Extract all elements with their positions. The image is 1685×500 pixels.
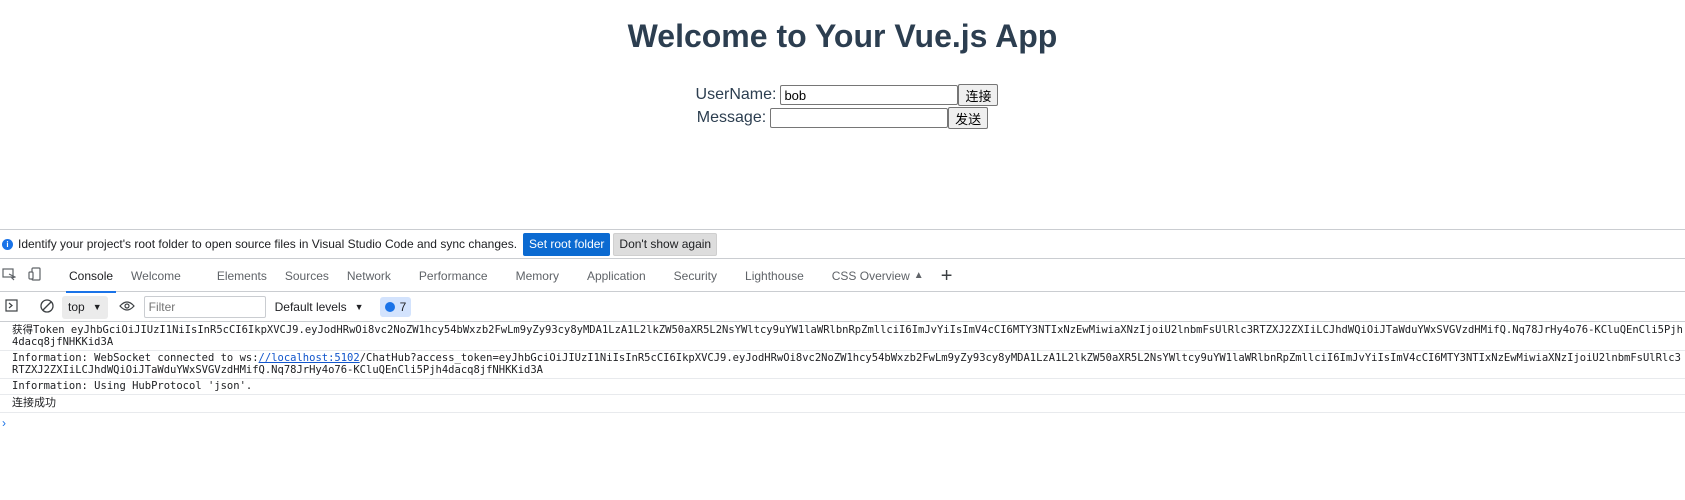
console-message: 获得Token eyJhbGciOiJIUzI1NiIsInR5cCI6IkpX… (0, 323, 1685, 351)
tab-sources[interactable]: Sources (276, 260, 338, 292)
set-root-folder-button[interactable]: Set root folder (523, 232, 611, 256)
tab-lighthouse[interactable]: Lighthouse (726, 260, 813, 292)
tab-spacer (190, 260, 208, 292)
message-input[interactable] (770, 108, 949, 128)
tab-elements[interactable]: Elements (208, 260, 276, 292)
tab-welcome[interactable]: Welcome (122, 260, 190, 292)
infobar: i Identify your project's root folder to… (0, 229, 1685, 259)
devtools-panel: i Identify your project's root folder to… (0, 229, 1685, 500)
tab-performance[interactable]: Performance (400, 260, 497, 292)
message-row: Message: 发送 (0, 107, 1685, 129)
infobar-text: Identify your project's root folder to o… (18, 237, 518, 251)
console-message: 连接成功 (0, 395, 1685, 413)
console-prompt-chevron-icon[interactable]: › (0, 413, 1685, 430)
live-expression-eye-icon[interactable] (116, 300, 138, 315)
message-label: Message: (696, 109, 767, 126)
filter-input[interactable] (143, 296, 266, 318)
page-title: Welcome to Your Vue.js App (627, 18, 1058, 54)
devtools-tabbar: Console Welcome Elements Sources Network… (0, 260, 1685, 293)
info-icon: i (2, 238, 13, 250)
tab-css-overview[interactable]: CSS Overview ▲ (813, 260, 933, 292)
websocket-link[interactable]: //localhost:5102 (259, 352, 360, 364)
console-message: Information: WebSocket connected to ws:/… (0, 351, 1685, 379)
flask-icon: ▲ (913, 270, 924, 281)
device-toolbar-icon[interactable] (26, 267, 44, 284)
send-button[interactable]: 发送 (948, 107, 989, 129)
message-bubble-icon (384, 302, 395, 312)
more-tools-plus-icon[interactable]: + (933, 260, 961, 292)
console-toolbar: top▼ Default levels▼ 7 (0, 293, 1685, 322)
username-input[interactable] (780, 85, 959, 105)
console-messages: 获得Token eyJhbGciOiJIUzI1NiIsInR5cCI6IkpX… (0, 323, 1685, 430)
dont-show-again-button[interactable]: Don't show again (613, 232, 718, 256)
clear-console-icon[interactable] (36, 298, 58, 316)
devtools-tabs: Console Welcome Elements Sources Network… (60, 260, 933, 293)
console-sidebar-icon[interactable] (0, 299, 22, 315)
chevron-down-icon: ▼ (354, 302, 364, 312)
username-label: UserName: (695, 86, 777, 103)
tab-application[interactable]: Application (568, 260, 655, 292)
username-row: UserName: 连接 (0, 84, 1685, 106)
tab-console[interactable]: Console (60, 260, 122, 293)
tab-memory[interactable]: Memory (497, 260, 568, 292)
console-message: Information: Using HubProtocol 'json'. (0, 379, 1685, 395)
vue-app-page: Welcome to Your Vue.js App UserName: 连接 … (0, 0, 1685, 229)
chevron-down-icon: ▼ (92, 302, 102, 312)
tab-security[interactable]: Security (655, 260, 726, 292)
issues-badge[interactable]: 7 (379, 297, 412, 317)
log-levels-dropdown[interactable]: Default levels ▼ (275, 300, 364, 314)
context-selector[interactable]: top ▼ (62, 295, 108, 319)
tab-network[interactable]: Network (338, 260, 400, 292)
connect-button[interactable]: 连接 (958, 84, 999, 106)
inspect-element-icon[interactable] (0, 267, 18, 284)
